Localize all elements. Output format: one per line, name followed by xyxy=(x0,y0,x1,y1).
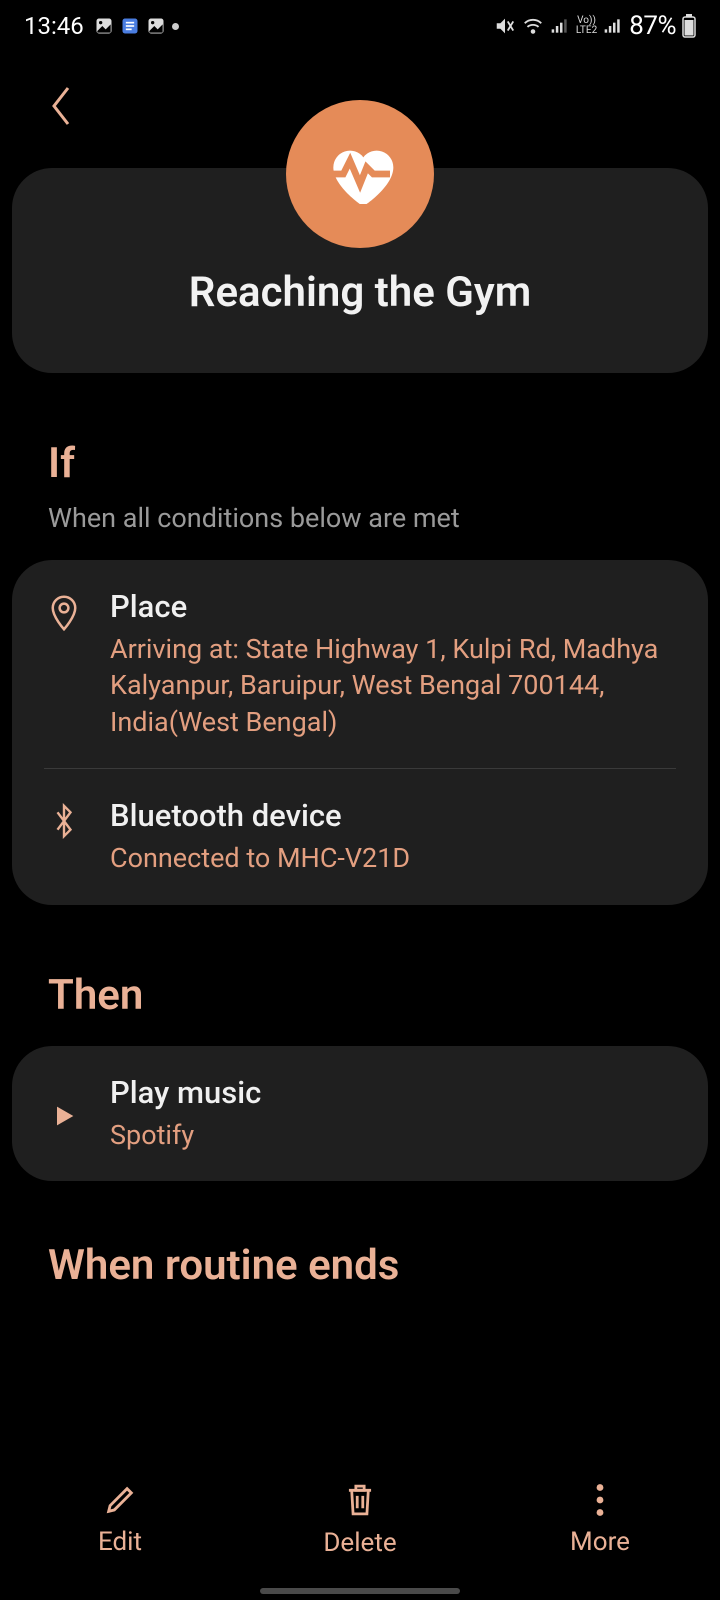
battery-icon xyxy=(682,14,696,38)
condition-place[interactable]: Place Arriving at: State Highway 1, Kulp… xyxy=(44,560,676,768)
ends-section-title: When routine ends xyxy=(0,1241,720,1290)
play-icon xyxy=(44,1102,84,1130)
signal2-icon xyxy=(603,16,623,36)
network-label-icon: Vo))LTE2 xyxy=(576,16,597,36)
action-desc: Spotify xyxy=(110,1117,261,1153)
status-bar: 13:46 Vo))LTE2 87% xyxy=(0,0,720,52)
status-time: 13:46 xyxy=(24,12,84,40)
condition-desc: Arriving at: State Highway 1, Kulpi Rd, … xyxy=(110,631,676,740)
action-play-music[interactable]: Play music Spotify xyxy=(44,1046,676,1181)
condition-title: Bluetooth device xyxy=(110,797,410,834)
then-actions-card: Play music Spotify xyxy=(12,1046,708,1181)
if-conditions-card: Place Arriving at: State Highway 1, Kulp… xyxy=(12,560,708,905)
delete-label: Delete xyxy=(323,1528,396,1558)
if-section-subtitle: When all conditions below are met xyxy=(48,502,672,534)
condition-bluetooth[interactable]: Bluetooth device Connected to MHC-V21D xyxy=(44,768,676,904)
bluetooth-icon xyxy=(44,803,84,839)
location-pin-icon xyxy=(44,594,84,632)
gesture-bar xyxy=(260,1588,460,1594)
condition-title: Place xyxy=(110,588,676,625)
action-title: Play music xyxy=(110,1074,261,1111)
status-battery: 87% xyxy=(629,11,676,41)
then-section-title: Then xyxy=(48,971,672,1020)
more-label: More xyxy=(570,1527,630,1557)
mute-icon xyxy=(494,15,516,37)
condition-desc: Connected to MHC-V21D xyxy=(110,840,410,876)
status-notif-icons xyxy=(94,16,179,36)
routine-avatar-heartbeat-icon xyxy=(286,100,434,248)
signal-icon xyxy=(550,16,570,36)
bottom-toolbar: Edit Delete More xyxy=(0,1440,720,1600)
wifi-icon xyxy=(522,15,544,37)
back-button[interactable] xyxy=(38,82,86,130)
edit-label: Edit xyxy=(98,1527,142,1557)
more-button[interactable]: More xyxy=(510,1483,690,1557)
edit-button[interactable]: Edit xyxy=(30,1483,210,1557)
if-section-title: If xyxy=(48,439,672,488)
delete-button[interactable]: Delete xyxy=(270,1482,450,1558)
routine-title: Reaching the Gym xyxy=(36,268,684,317)
